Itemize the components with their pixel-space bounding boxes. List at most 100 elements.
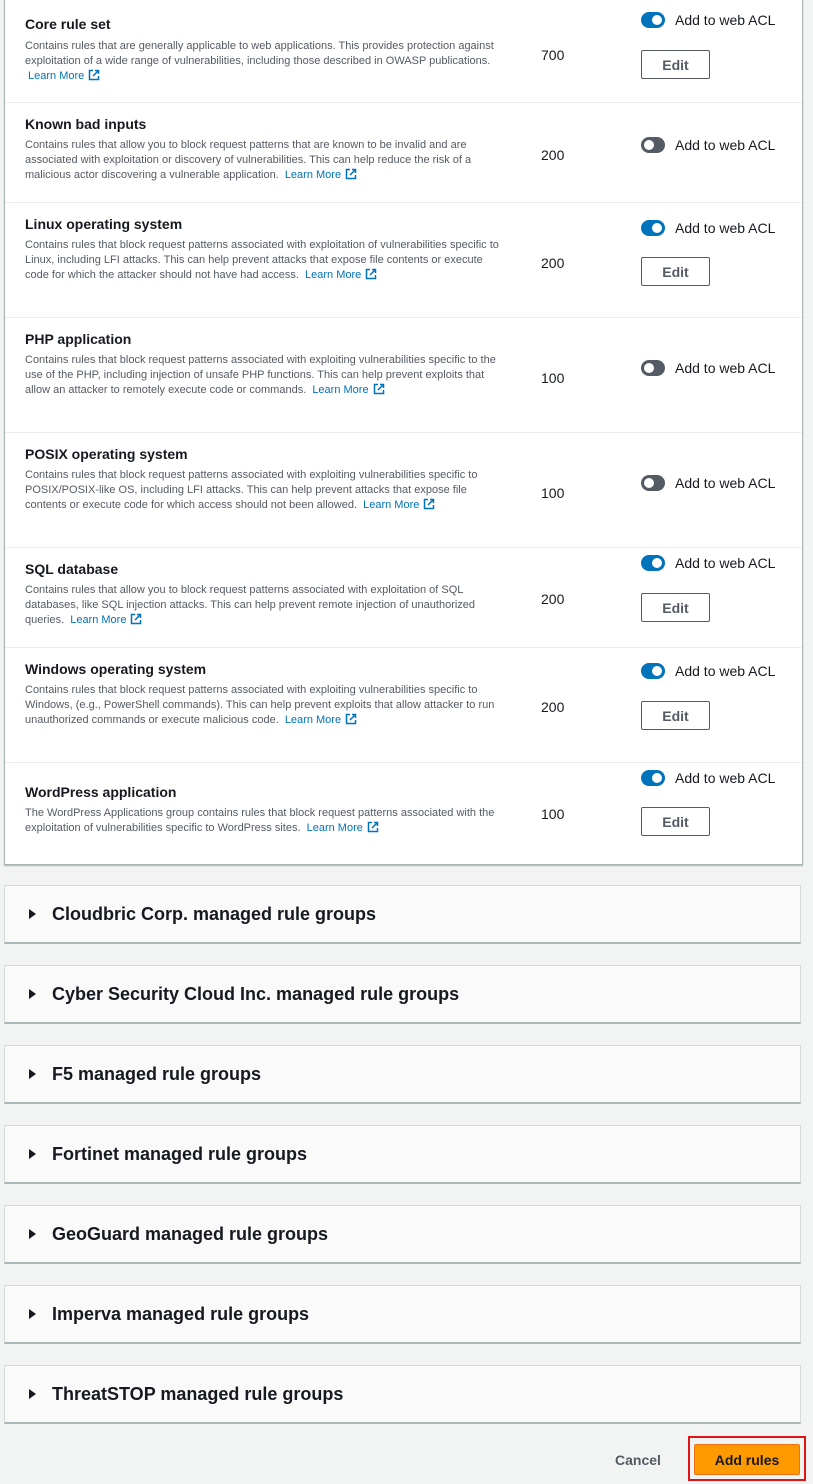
add-to-web-acl-toggle[interactable]: Add to web ACL — [641, 475, 775, 491]
rule-description: Contains rules that allow you to block r… — [25, 138, 507, 183]
toggle-knob — [644, 140, 654, 150]
rule-description-text: Contains rules that block request patter… — [25, 354, 496, 396]
toggle-label: Add to web ACL — [675, 770, 776, 786]
rule-title: Windows operating system — [25, 661, 207, 677]
add-to-web-acl-toggle[interactable]: Add to web ACL — [641, 360, 775, 376]
vendor-section-cyber-security-cloud[interactable]: Cyber Security Cloud Inc. managed rule g… — [4, 965, 801, 1024]
toggle-switch[interactable] — [641, 360, 665, 376]
vendor-section-imperva[interactable]: Imperva managed rule groups — [4, 1285, 801, 1344]
toggle-switch[interactable] — [641, 220, 665, 236]
toggle-switch[interactable] — [641, 770, 665, 786]
edit-button[interactable]: Edit — [641, 257, 710, 286]
rule-capacity: 100 — [541, 806, 565, 822]
toggle-switch[interactable] — [641, 137, 665, 153]
caret-right-icon — [29, 1309, 36, 1319]
edit-button[interactable]: Edit — [641, 807, 710, 836]
toggle-switch[interactable] — [641, 475, 665, 491]
rule-row-core-rule-set: Core rule set Contains rules that are ge… — [5, 0, 802, 103]
rule-capacity: 100 — [541, 370, 565, 386]
toggle-label: Add to web ACL — [675, 663, 776, 679]
rule-row-posix-os: POSIX operating system Contains rules th… — [5, 432, 802, 548]
external-link-icon — [345, 713, 357, 725]
vendor-section-title: Fortinet managed rule groups — [52, 1144, 308, 1164]
rule-row-php-application: PHP application Contains rules that bloc… — [5, 317, 802, 433]
rule-description-text: The WordPress Applications group contain… — [25, 807, 495, 834]
external-link-icon — [367, 821, 379, 833]
add-to-web-acl-toggle[interactable]: Add to web ACL — [641, 12, 775, 28]
add-to-web-acl-toggle[interactable]: Add to web ACL — [641, 770, 775, 786]
rule-title: Known bad inputs — [25, 116, 147, 132]
toggle-knob — [652, 773, 662, 783]
vendor-section-f5[interactable]: F5 managed rule groups — [4, 1045, 801, 1104]
rule-row-windows-os: Windows operating system Contains rules … — [5, 647, 802, 763]
toggle-switch[interactable] — [641, 12, 665, 28]
learn-more-link[interactable]: Learn More — [284, 168, 357, 181]
rule-title: Core rule set — [25, 16, 111, 32]
cancel-button[interactable]: Cancel — [609, 1448, 667, 1472]
rule-description: Contains rules that block request patter… — [25, 683, 507, 728]
caret-right-icon — [29, 1229, 36, 1239]
rule-capacity: 200 — [541, 591, 565, 607]
rule-description: Contains rules that block request patter… — [25, 468, 507, 513]
rule-title: SQL database — [25, 561, 119, 577]
edit-button[interactable]: Edit — [641, 593, 710, 622]
external-link-icon — [345, 168, 357, 180]
learn-more-label: Learn More — [312, 384, 369, 396]
learn-more-link[interactable]: Learn More — [306, 821, 379, 834]
toggle-knob — [652, 223, 662, 233]
add-to-web-acl-toggle[interactable]: Add to web ACL — [641, 137, 775, 153]
caret-right-icon — [29, 1149, 36, 1159]
learn-more-label: Learn More — [70, 614, 127, 626]
toggle-label: Add to web ACL — [675, 360, 776, 376]
rule-capacity: 200 — [541, 255, 565, 271]
rule-row-linux-os: Linux operating system Contains rules th… — [5, 202, 802, 318]
vendor-section-title: Cyber Security Cloud Inc. managed rule g… — [52, 984, 460, 1004]
edit-button[interactable]: Edit — [641, 701, 710, 730]
rule-description: The WordPress Applications group contain… — [25, 806, 507, 836]
vendor-section-title: F5 managed rule groups — [52, 1064, 262, 1084]
add-to-web-acl-toggle[interactable]: Add to web ACL — [641, 220, 775, 236]
toggle-switch[interactable] — [641, 555, 665, 571]
add-to-web-acl-toggle[interactable]: Add to web ACL — [641, 663, 775, 679]
learn-more-label: Learn More — [28, 70, 85, 82]
vendor-section-fortinet[interactable]: Fortinet managed rule groups — [4, 1125, 801, 1184]
toggle-knob — [644, 478, 654, 488]
edit-button[interactable]: Edit — [641, 50, 710, 79]
rule-capacity: 200 — [541, 699, 565, 715]
rule-description-text: Contains rules that allow you to block r… — [25, 139, 472, 181]
toggle-label: Add to web ACL — [675, 555, 776, 571]
learn-more-link[interactable]: Learn More — [312, 383, 384, 396]
rule-description-text: Contains rules that block request patter… — [25, 684, 495, 726]
rule-capacity: 200 — [541, 147, 565, 163]
rule-capacity: 700 — [541, 47, 565, 63]
toggle-knob — [652, 666, 662, 676]
vendor-section-title: Cloudbric Corp. managed rule groups — [52, 904, 377, 924]
learn-more-link[interactable]: Learn More — [285, 713, 357, 726]
add-rules-button[interactable]: Add rules — [694, 1444, 800, 1475]
caret-right-icon — [29, 909, 36, 919]
rule-description-text: Contains rules that are generally applic… — [25, 40, 494, 67]
vendor-section-threatstop[interactable]: ThreatSTOP managed rule groups — [4, 1365, 801, 1424]
vendor-section-cloudbric[interactable]: Cloudbric Corp. managed rule groups — [4, 885, 801, 944]
add-to-web-acl-toggle[interactable]: Add to web ACL — [641, 555, 775, 571]
toggle-label: Add to web ACL — [675, 475, 776, 491]
learn-more-link[interactable]: Learn More — [363, 498, 435, 511]
learn-more-label: Learn More — [284, 169, 342, 181]
learn-more-link[interactable]: Learn More — [305, 268, 377, 281]
vendor-section-title: GeoGuard managed rule groups — [52, 1224, 329, 1244]
external-link-icon — [373, 383, 384, 395]
vendor-section-geoguard[interactable]: GeoGuard managed rule groups — [4, 1205, 801, 1264]
rule-row-wordpress-application: WordPress application The WordPress Appl… — [5, 762, 802, 862]
toggle-label: Add to web ACL — [675, 220, 776, 236]
toggle-switch[interactable] — [641, 663, 665, 679]
learn-more-link[interactable]: Learn More — [28, 69, 100, 82]
vendor-section-title: Imperva managed rule groups — [52, 1304, 310, 1324]
rule-description-text: Contains rules that block request patter… — [25, 239, 499, 281]
rule-capacity: 100 — [541, 485, 565, 501]
learn-more-link[interactable]: Learn More — [70, 613, 142, 626]
rule-description: Contains rules that allow you to block r… — [25, 583, 507, 628]
learn-more-label: Learn More — [306, 822, 363, 834]
rule-title: PHP application — [25, 331, 132, 347]
toggle-knob — [644, 363, 654, 373]
toggle-label: Add to web ACL — [675, 137, 776, 153]
